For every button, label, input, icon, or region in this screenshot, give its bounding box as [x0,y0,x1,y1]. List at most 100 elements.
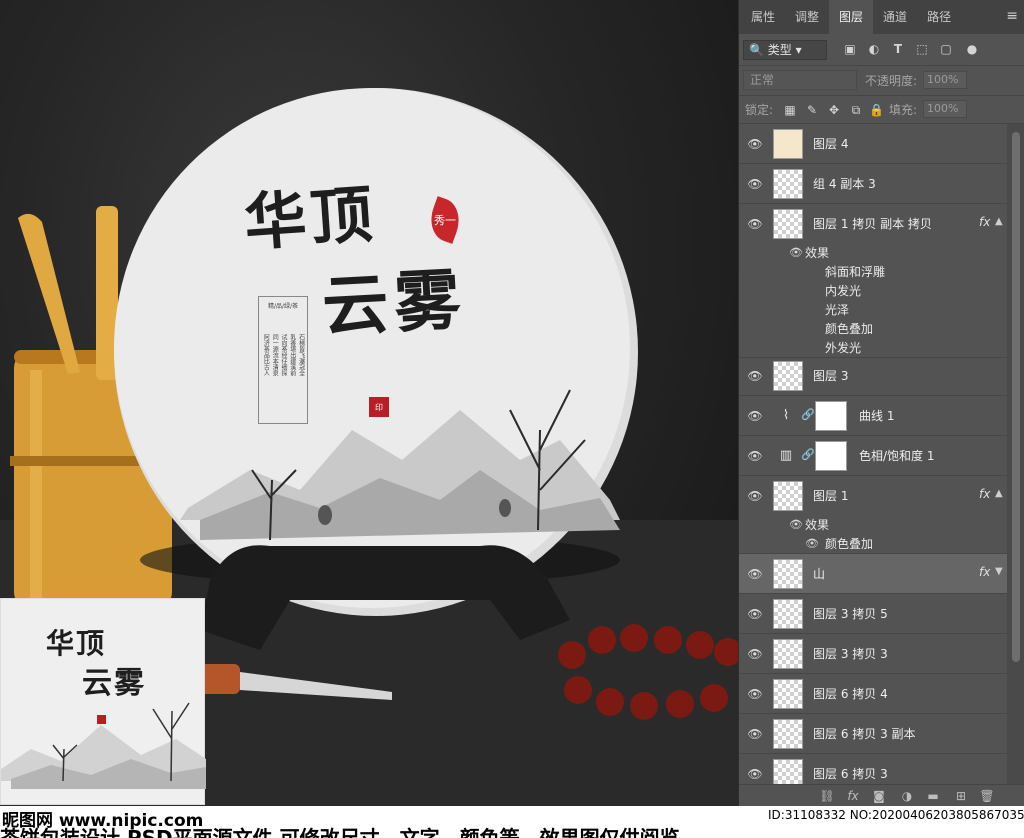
layer-row[interactable]: 👁 图层 1 fx ▲ [739,476,1007,516]
visibility-eye-icon[interactable]: 👁 [747,176,763,192]
layer-name: 图层 4 [813,137,849,151]
lock-transparent-icon[interactable]: ▦ [783,103,797,117]
effects-header[interactable]: 👁 效果 [739,244,1007,263]
layer-row[interactable]: 👁 图层 6 拷贝 3 副本 [739,714,1007,754]
layer-row[interactable]: 👁 组 4 副本 3 [739,164,1007,204]
collapse-effects-icon[interactable]: ▲ [995,488,1003,499]
layer-row[interactable]: 👁 图层 3 拷贝 5 [739,594,1007,634]
collapse-effects-icon[interactable]: ▲ [995,216,1003,227]
box-column: 试向茶经仔细探 [279,334,287,376]
layer-row[interactable]: 👁 图层 6 拷贝 3 [739,754,1007,784]
visibility-eye-icon[interactable]: 👁 [747,448,763,464]
vertical-text-box: 精/品/绿/茶 石梯皆飞瀑冠全 乳香堪出建溪前 试向茶经仔细探 同一源流本清泉 … [258,296,308,424]
blend-mode-select[interactable]: 正常 [743,70,857,90]
add-mask-icon[interactable]: ◙ [871,788,887,804]
mask-link-icon[interactable]: 🔗 [801,448,815,461]
visibility-eye-icon[interactable]: 👁 [747,606,763,622]
opacity-input[interactable]: 100% [923,71,967,89]
filter-kind-select[interactable]: 🔍 类型 ▾ [743,40,827,60]
layer-mask-thumbnail[interactable] [815,441,847,471]
fx-icon[interactable]: fx [979,487,990,501]
scrollbar-thumb[interactable] [1012,132,1020,662]
filter-row: 🔍 类型 ▾ ▣ ◐ T ⬚ ▢ ● [739,34,1024,66]
layer-row-selected[interactable]: 👁 山 fx ▼ [739,554,1007,594]
lock-position-icon[interactable]: ✥ [827,103,841,117]
image-filter-icon[interactable]: ▣ [843,42,857,56]
tab-adjustments[interactable]: 调整 [785,0,829,34]
layer-name: 组 4 副本 3 [813,177,876,191]
effect-name: 光泽 [825,303,850,317]
effect-eye-icon[interactable]: 👁 [805,537,819,550]
panel-menu-icon[interactable]: ≡ [1006,8,1018,24]
red-stamp: 印 [369,397,389,417]
fx-icon[interactable]: fx [979,565,990,579]
type-filter-icon[interactable]: T [891,42,905,56]
adjustment-filter-icon[interactable]: ◐ [867,42,881,56]
layers-footer: ⛓ fx ◙ ◑ ▬ ⊞ 🗑 [739,784,1024,806]
lock-row: 锁定: ▦ ✎ ✥ ⧉ 🔒 填充: 100% [739,96,1024,124]
visibility-eye-icon[interactable]: 👁 [747,488,763,504]
layer-row[interactable]: 👁 图层 6 拷贝 4 [739,674,1007,714]
visibility-eye-icon[interactable]: 👁 [747,726,763,742]
tab-channels[interactable]: 通道 [873,0,917,34]
box-column: 石梯皆飞瀑冠全 [297,334,305,376]
layer-name: 图层 6 拷贝 4 [813,687,888,701]
layer-row[interactable]: 👁 图层 3 拷贝 3 [739,634,1007,674]
visibility-eye-icon[interactable]: 👁 [747,408,763,424]
layers-scrollbar[interactable] [1007,124,1024,784]
fill-input[interactable]: 100% [923,100,967,118]
visibility-eye-icon[interactable]: 👁 [747,686,763,702]
fx-icon[interactable]: fx [979,215,990,229]
mask-link-icon[interactable]: 🔗 [801,408,815,421]
new-adjustment-icon[interactable]: ◑ [899,788,915,804]
blend-mode-value: 正常 [750,73,775,87]
effects-eye-icon[interactable]: 👁 [789,246,803,259]
layer-row[interactable]: 👁 图层 1 拷贝 副本 拷贝 fx ▲ [739,204,1007,244]
visibility-eye-icon[interactable]: 👁 [747,136,763,152]
effect-item[interactable]: 光泽 [739,301,1007,320]
layer-name: 图层 3 拷贝 3 [813,647,888,661]
smart-object-filter-icon[interactable]: ▢ [939,42,953,56]
layer-mask-thumbnail[interactable] [815,401,847,431]
tab-layers[interactable]: 图层 [829,0,874,34]
layers-list: 👁 图层 4 👁 组 4 副本 3 👁 图层 1 拷贝 副本 拷贝 fx ▲ 👁… [739,124,1007,784]
effects-eye-icon[interactable]: 👁 [789,518,803,531]
new-group-icon[interactable]: ▬ [925,788,941,804]
visibility-eye-icon[interactable]: 👁 [747,368,763,384]
effect-name: 斜面和浮雕 [825,265,886,279]
artwork-title-line1: 华顶 [241,177,379,260]
tab-properties[interactable]: 属性 [741,0,785,34]
curves-icon: ⌇ [782,408,790,423]
tab-paths[interactable]: 路径 [917,0,961,34]
layer-name: 图层 3 [813,369,849,383]
visibility-eye-icon[interactable]: 👁 [747,566,763,582]
visibility-eye-icon[interactable]: 👁 [747,766,763,782]
visibility-eye-icon[interactable]: 👁 [747,646,763,662]
layer-row[interactable]: 👁 图层 3 [739,356,1007,396]
leaf-seal-text: 秀一 [434,214,456,227]
effect-item[interactable]: 斜面和浮雕 [739,263,1007,282]
box-column: 乳香堪出建溪前 [288,334,296,376]
add-style-icon[interactable]: fx [845,788,861,804]
lock-artboard-icon[interactable]: ⧉ [849,103,863,117]
effect-item[interactable]: 颜色叠加 [739,320,1007,339]
visibility-eye-icon[interactable]: 👁 [747,216,763,232]
effect-item[interactable]: 内发光 [739,282,1007,301]
link-layers-icon[interactable]: ⛓ [819,788,835,804]
filter-toggle-icon[interactable]: ● [965,42,979,56]
watermark-id: ID:31108332 NO:20200406203805867035 [768,808,1024,822]
new-layer-icon[interactable]: ⊞ [953,788,969,804]
effects-header[interactable]: 👁 效果 [739,516,1007,535]
lock-all-icon[interactable]: 🔒 [869,103,884,117]
adjustment-layer-row[interactable]: 👁 ⌇ 🔗 曲线 1 [739,396,1007,436]
lock-label: 锁定: [745,103,774,117]
delete-icon[interactable]: 🗑 [979,788,995,804]
lock-image-icon[interactable]: ✎ [805,103,819,117]
opacity-label: 不透明度: [865,74,918,88]
effect-name: 颜色叠加 [825,537,874,551]
layer-row[interactable]: 👁 图层 4 [739,124,1007,164]
effect-item[interactable]: 👁 颜色叠加 [739,535,1007,554]
expand-effects-icon[interactable]: ▼ [995,566,1003,577]
adjustment-layer-row[interactable]: 👁 ▥ 🔗 色相/饱和度 1 [739,436,1007,476]
shape-filter-icon[interactable]: ⬚ [915,42,929,56]
